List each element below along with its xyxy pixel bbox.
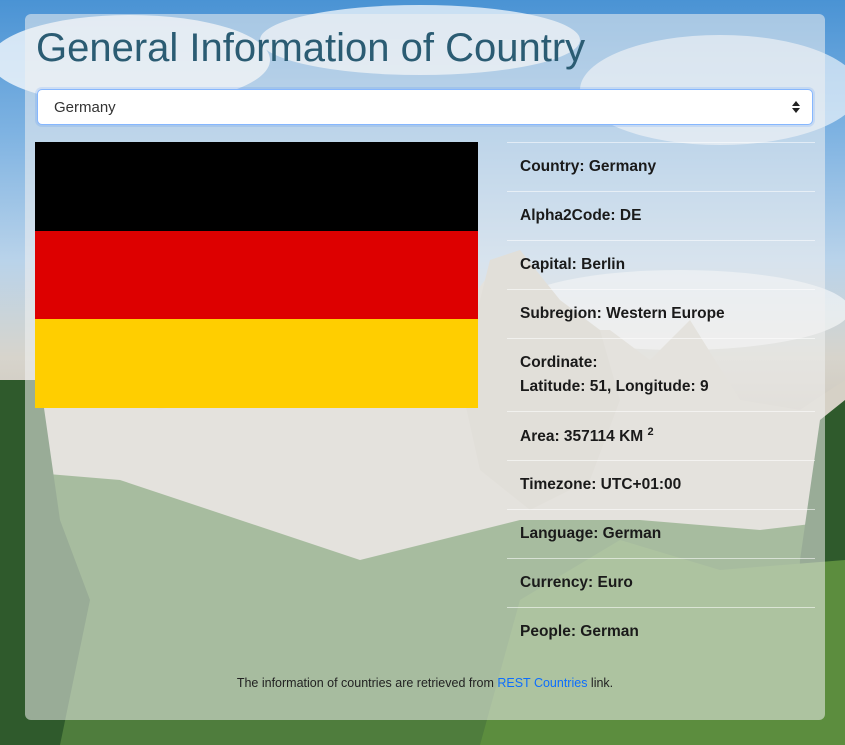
info-row-capital: Capital: Berlin — [507, 240, 815, 289]
info-row-timezone: Timezone: UTC+01:00 — [507, 460, 815, 509]
country-select-value: Germany — [54, 99, 116, 116]
coordinate-label: Cordinate: — [520, 354, 598, 371]
info-row-people: People: German — [507, 607, 815, 656]
info-row-coordinate: Cordinate: Latitude: 51, Longitude: 9 — [507, 338, 815, 411]
flag-stripe-red — [35, 230, 478, 320]
flag-stripe-gold — [35, 319, 478, 409]
coordinate-value: Latitude: 51, Longitude: 9 — [520, 378, 709, 395]
info-row-currency: Currency: Euro — [507, 558, 815, 607]
flag-stripe-black — [35, 142, 478, 231]
area-superscript: 2 — [647, 425, 654, 438]
country-flag — [35, 142, 478, 409]
info-row-alpha2code: Alpha2Code: DE — [507, 191, 815, 240]
footer-prefix: The information of countries are retriev… — [236, 676, 498, 690]
info-row-language: Language: German — [507, 509, 815, 558]
rest-countries-link[interactable]: REST Countries — [497, 676, 587, 690]
info-row-subregion: Subregion: Western Europe — [507, 289, 815, 338]
footer-note: The information of countries are retriev… — [25, 676, 825, 690]
country-info-list: Country: Germany Alpha2Code: DE Capital:… — [507, 142, 815, 656]
info-row-country: Country: Germany — [507, 142, 815, 191]
footer-suffix: link. — [587, 676, 614, 690]
country-select[interactable]: Germany — [37, 89, 813, 125]
area-text: Area: 357114 KM — [520, 428, 644, 446]
select-arrows-icon — [792, 101, 800, 113]
page-title: General Information of Country — [36, 26, 586, 70]
info-row-area: Area: 357114 KM 2 — [507, 411, 815, 460]
